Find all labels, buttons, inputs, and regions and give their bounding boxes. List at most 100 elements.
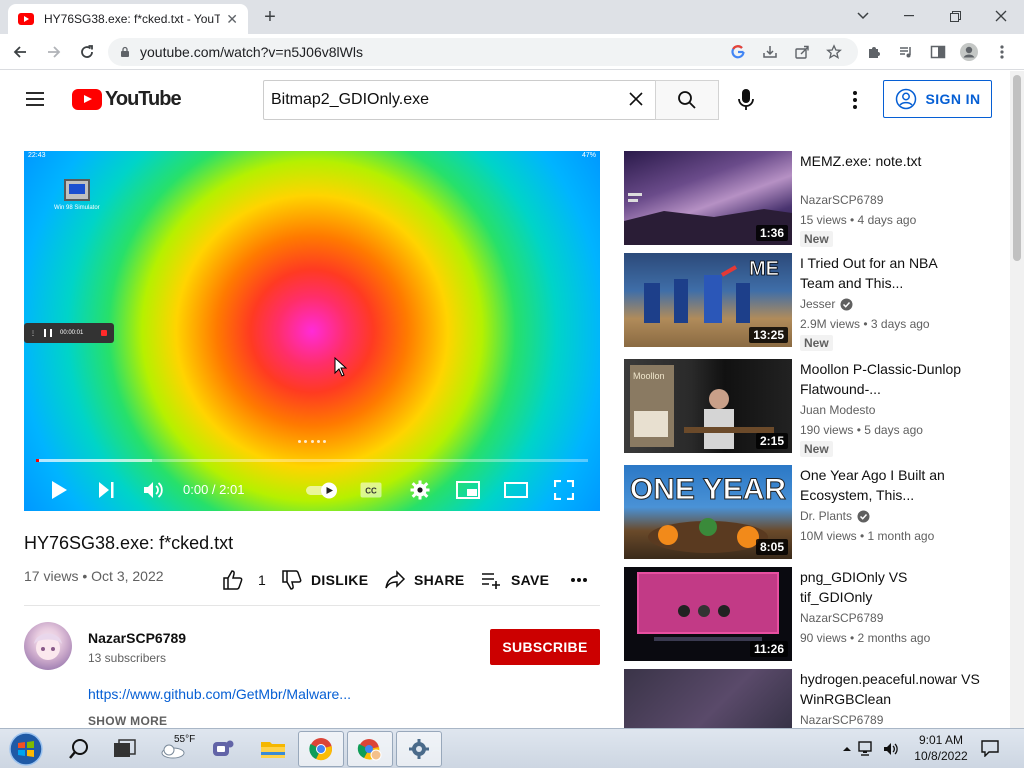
teams-chat-icon[interactable] bbox=[200, 731, 246, 767]
search-button[interactable] bbox=[655, 80, 719, 120]
recommended-video[interactable]: Moollon 2:15 Moollon P-Classic-Dunlop Fl… bbox=[624, 359, 1004, 457]
new-tab-button[interactable]: + bbox=[258, 6, 282, 30]
tab-search-chevron-icon[interactable] bbox=[840, 0, 886, 32]
channel-name[interactable]: NazarSCP6789 bbox=[800, 713, 883, 727]
taskbar-clock[interactable]: 9:01 AM 10/8/2022 bbox=[908, 732, 974, 764]
video-title[interactable]: Moollon P-Classic-Dunlop Flatwound-... bbox=[800, 359, 968, 399]
video-player[interactable]: 22:43 47% Win 98 Simulator ⋮ 00:00:01 0:… bbox=[24, 151, 600, 511]
settings-taskbar-icon[interactable] bbox=[396, 731, 442, 767]
show-hidden-icons-chevron-icon[interactable] bbox=[842, 745, 852, 753]
channel-avatar[interactable] bbox=[24, 622, 72, 670]
restore-button[interactable] bbox=[932, 0, 978, 32]
channel-name[interactable]: Juan Modesto bbox=[800, 403, 875, 417]
video-thumbnail[interactable]: ONE YEAR 8:05 bbox=[624, 465, 792, 559]
recommended-video[interactable]: ME 13:25 I Tried Out for an NBA Team and… bbox=[624, 253, 1004, 351]
next-button[interactable] bbox=[91, 475, 121, 505]
windows-taskbar: 55°F 9:01 AM 10/8/2022 bbox=[0, 728, 1024, 768]
progress-bar[interactable] bbox=[36, 459, 588, 462]
clear-search-icon[interactable] bbox=[627, 90, 645, 108]
browser-menu-icon[interactable] bbox=[992, 42, 1012, 62]
channel-name[interactable]: NazarSCP6789 bbox=[800, 611, 883, 625]
scrollbar-thumb[interactable] bbox=[1013, 75, 1021, 261]
recommended-video[interactable]: 1:36 MEMZ.exe: note.txt NazarSCP6789 15 … bbox=[624, 151, 1004, 247]
autoplay-toggle[interactable] bbox=[304, 475, 340, 505]
sign-in-button[interactable]: SIGN IN bbox=[883, 80, 992, 118]
verified-check-icon bbox=[840, 298, 853, 310]
close-window-button[interactable] bbox=[978, 0, 1024, 32]
task-view-icon[interactable] bbox=[102, 731, 148, 767]
browser-tab[interactable]: HY76SG38.exe: f*cked.txt - YouTube ✕ bbox=[8, 4, 248, 34]
save-button[interactable]: SAVE bbox=[481, 569, 549, 591]
channel-name[interactable]: Jesser bbox=[800, 297, 853, 311]
network-icon[interactable] bbox=[858, 741, 876, 757]
play-button[interactable] bbox=[44, 475, 74, 505]
video-thumbnail[interactable]: 11:26 bbox=[624, 567, 792, 661]
fullscreen-button[interactable] bbox=[549, 475, 579, 505]
theater-mode-button[interactable] bbox=[501, 475, 531, 505]
miniplayer-button[interactable] bbox=[453, 475, 483, 505]
page-scrollbar[interactable] bbox=[1010, 71, 1024, 728]
clock-date: 10/8/2022 bbox=[914, 749, 968, 763]
share-page-icon[interactable] bbox=[792, 42, 812, 62]
voice-search-mic-icon[interactable] bbox=[734, 86, 758, 114]
video-title[interactable]: hydrogen.peaceful.nowar VS WinRGBClean bbox=[800, 669, 984, 709]
volume-button[interactable] bbox=[138, 475, 168, 505]
tab-close-icon[interactable]: ✕ bbox=[226, 11, 238, 28]
description-link[interactable]: https://www.github.com/GetMbr/Malware... bbox=[88, 686, 351, 702]
chrome-profile-taskbar-icon[interactable] bbox=[347, 731, 393, 767]
forward-button[interactable] bbox=[42, 40, 66, 64]
recommended-video[interactable]: 11:26 png_GDIOnly VS tif_GDIOnly NazarSC… bbox=[624, 567, 1004, 661]
side-panel-icon[interactable] bbox=[928, 42, 948, 62]
subscribe-button[interactable]: SUBSCRIBE bbox=[490, 629, 600, 665]
time-display: 0:00 / 2:01 bbox=[183, 482, 245, 497]
weather-widget[interactable]: 55°F bbox=[158, 731, 204, 767]
video-title[interactable]: One Year Ago I Built an Ecosystem, This.… bbox=[800, 465, 968, 505]
video-title[interactable]: png_GDIOnly VS tif_GDIOnly bbox=[800, 567, 968, 607]
back-button[interactable] bbox=[8, 40, 32, 64]
install-app-icon[interactable] bbox=[760, 42, 780, 62]
hamburger-menu-icon[interactable] bbox=[24, 88, 46, 110]
channel-name[interactable]: NazarSCP6789 bbox=[800, 193, 883, 207]
lock-icon[interactable] bbox=[120, 46, 130, 58]
verified-check-icon bbox=[857, 510, 870, 522]
dislike-button[interactable]: DISLIKE bbox=[281, 569, 368, 591]
like-button[interactable]: 1 bbox=[222, 569, 266, 591]
channel-name[interactable]: Dr. Plants bbox=[800, 509, 870, 523]
miniplayer-icon bbox=[456, 481, 480, 499]
notification-center-icon[interactable] bbox=[980, 739, 1000, 757]
search-input[interactable]: Bitmap2_GDIOnly.exe bbox=[263, 80, 656, 120]
thumb-caption: Moollon bbox=[633, 371, 665, 381]
volume-icon bbox=[144, 482, 163, 498]
media-control-icon[interactable] bbox=[896, 42, 916, 62]
settings-more-icon[interactable] bbox=[845, 86, 865, 114]
volume-tray-icon[interactable] bbox=[882, 741, 900, 757]
recommended-video[interactable]: hydrogen.peaceful.nowar VS WinRGBClean N… bbox=[624, 669, 1004, 728]
start-button[interactable] bbox=[6, 730, 46, 768]
extensions-puzzle-icon[interactable] bbox=[864, 42, 884, 62]
video-title[interactable]: MEMZ.exe: note.txt bbox=[800, 151, 968, 171]
channel-name-text: NazarSCP6789 bbox=[800, 713, 884, 727]
video-thumbnail[interactable]: ME 13:25 bbox=[624, 253, 792, 347]
profile-avatar-icon[interactable] bbox=[959, 42, 979, 62]
settings-button[interactable] bbox=[405, 475, 435, 505]
fullscreen-icon bbox=[554, 480, 574, 500]
file-explorer-icon[interactable] bbox=[250, 731, 296, 767]
recommended-video[interactable]: ONE YEAR 8:05 One Year Ago I Built an Ec… bbox=[624, 465, 1004, 559]
captions-button[interactable]: CC bbox=[356, 475, 386, 505]
chrome-taskbar-icon[interactable] bbox=[298, 731, 344, 767]
share-arrow-icon bbox=[385, 570, 406, 589]
bookmark-star-icon[interactable] bbox=[824, 42, 844, 62]
video-title[interactable]: I Tried Out for an NBA Team and This... bbox=[800, 253, 968, 293]
share-button[interactable]: SHARE bbox=[384, 569, 465, 591]
more-actions-button[interactable] bbox=[570, 569, 596, 591]
video-thumbnail[interactable]: Moollon 2:15 bbox=[624, 359, 792, 453]
video-thumbnail[interactable] bbox=[624, 669, 792, 728]
show-more-button[interactable]: SHOW MORE bbox=[88, 714, 167, 728]
minimize-button[interactable] bbox=[886, 0, 932, 32]
reload-button[interactable] bbox=[75, 40, 99, 64]
google-translate-icon[interactable] bbox=[728, 42, 748, 62]
youtube-logo[interactable]: YouTube bbox=[72, 88, 182, 111]
video-thumbnail[interactable]: 1:36 bbox=[624, 151, 792, 245]
taskbar-search-icon[interactable] bbox=[56, 731, 102, 767]
channel-name[interactable]: NazarSCP6789 bbox=[88, 630, 186, 646]
